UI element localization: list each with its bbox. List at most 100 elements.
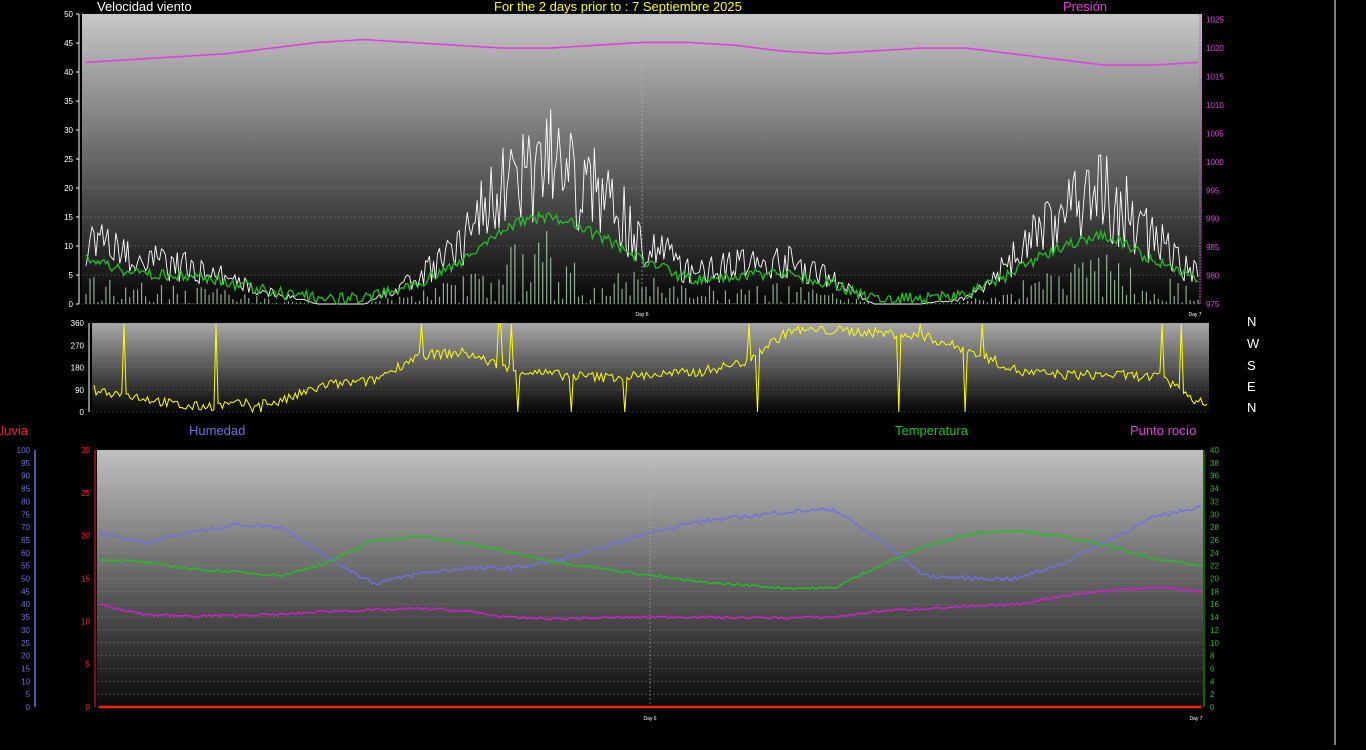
pressure-tick-label: 1005 (1206, 129, 1224, 138)
pressure-tick-label: 1000 (1206, 158, 1224, 167)
temperature-label: Temperatura (895, 423, 968, 438)
temperature-tick-label: 24 (1210, 549, 1219, 558)
direction-tick-label: 180 (71, 364, 85, 373)
temperature-tick-label: 36 (1210, 472, 1219, 481)
humidity-tick-label: 45 (21, 587, 30, 596)
temperature-tick-label: 40 (1210, 446, 1219, 455)
pressure-tick-label: 1020 (1206, 44, 1224, 53)
compass-east: E (1247, 379, 1256, 394)
pressure-tick-label: 975 (1206, 300, 1220, 309)
wind-speed-tick-label: 5 (69, 271, 74, 280)
humidity-tick-label: 30 (21, 626, 30, 635)
temperature-tick-label: 30 (1210, 510, 1219, 519)
weather-graph-canvas: 05101520253035404550 9759809859909951000… (17, 0, 1336, 745)
humidity-label: Humedad (189, 423, 246, 438)
humidity-tick-label: 60 (21, 549, 30, 558)
temperature-tick-label: 16 (1210, 600, 1219, 609)
direction-tick-label: 360 (71, 319, 85, 328)
direction-tick-label: 270 (71, 341, 85, 350)
wind-speed-tick-label: 20 (64, 184, 73, 193)
temperature-tick-label: 14 (1210, 613, 1219, 622)
pressure-tick-label: 985 (1206, 243, 1220, 252)
wind-speed-tick-label: 25 (64, 155, 73, 164)
wind-pressure-x-axis: Day 6 Day 7 (635, 312, 1201, 318)
humidity-tick-label: 70 (21, 523, 30, 532)
temperature-tick-label: 8 (1210, 652, 1215, 661)
pressure-tick-label: 1015 (1206, 73, 1224, 82)
pressure-tick-label: 1025 (1206, 16, 1224, 25)
humidity-tick-label: 50 (21, 575, 30, 584)
humidity-tick-label: 40 (21, 600, 30, 609)
temperature-tick-label: 20 (1210, 575, 1219, 584)
pressure-tick-label: 1010 (1206, 101, 1224, 110)
humidity-temperature-grid (97, 449, 1203, 708)
x-tick-day7: Day 7 (1188, 312, 1201, 318)
dewpoint-tick-label: 0 (86, 703, 91, 712)
dewpoint-tick-label: 15 (81, 575, 90, 584)
wind-speed-tick-label: 0 (69, 300, 74, 309)
wind-speed-label: Velocidad viento (97, 0, 192, 14)
dewpoint-tick-label: 30 (81, 446, 90, 455)
temperature-tick-label: 2 (1210, 690, 1215, 699)
wind-speed-tick-label: 35 (64, 97, 73, 106)
pressure-tick-label: 995 (1206, 186, 1220, 195)
humidity-tick-label: 55 (21, 562, 30, 571)
temperature-tick-label: 22 (1210, 562, 1219, 571)
humidity-tick-label: 75 (21, 510, 30, 519)
humidity-tick-label: 80 (21, 497, 30, 506)
wind-speed-axis: 0 5 10 15 20 25 30 35 40 45 50 (64, 10, 80, 309)
temperature-tick-label: 32 (1210, 497, 1219, 506)
humidity-tick-label: 15 (21, 664, 30, 673)
temperature-tick-label: 6 (1210, 664, 1215, 673)
humidity-tick-label: 10 (21, 677, 30, 686)
humidity-tick-label: 35 (21, 613, 30, 622)
humidity-axis: 0 5 10 15 20 25 30 35 40 45 50 55 60 65 70 75 80 85 90 95 10… (17, 446, 36, 712)
humidity-tick-label: 20 (21, 652, 30, 661)
humidity-tick-label: 90 (21, 472, 30, 481)
dewpoint-rain-axis: 0 5 10 15 20 25 30 (81, 446, 96, 712)
temperature-tick-label: 10 (1210, 639, 1219, 648)
wind-speed-tick-label: 10 (64, 242, 73, 251)
humidity-tick-label: 85 (21, 485, 30, 494)
dewpoint-tick-label: 10 (81, 617, 90, 626)
graph-title: For the 2 days prior to : 7 Septiembre 2… (494, 0, 742, 14)
direction-tick-label: 90 (75, 386, 84, 395)
x-tick-day6: Day 6 (635, 312, 648, 318)
x-tick-day7: Day 7 (1189, 716, 1202, 722)
temperature-tick-label: 12 (1210, 626, 1219, 635)
dewpoint-label: Punto rocío (1130, 423, 1197, 438)
wind-speed-tick-label: 40 (64, 68, 73, 77)
pressure-tick-label: 980 (1206, 272, 1220, 281)
wind-speed-tick-label: 45 (64, 39, 73, 48)
compass-south: S (1247, 358, 1256, 373)
pressure-tick-label: 990 (1206, 215, 1220, 224)
dewpoint-tick-label: 20 (81, 532, 90, 541)
temperature-tick-label: 0 (1210, 703, 1215, 712)
compass-north-2: N (1247, 400, 1257, 415)
wind-speed-tick-label: 30 (64, 126, 73, 135)
humidity-tick-label: 0 (26, 703, 31, 712)
temperature-tick-label: 4 (1210, 677, 1215, 686)
humidity-tick-label: 5 (26, 690, 31, 699)
temperature-tick-label: 28 (1210, 523, 1219, 532)
wind-speed-tick-label: 50 (64, 10, 73, 19)
humidity-tick-label: 65 (21, 536, 30, 545)
x-tick-day6: Day 6 (643, 716, 656, 722)
compass-west: W (1247, 336, 1260, 351)
dewpoint-tick-label: 5 (86, 660, 91, 669)
pressure-label: Presión (1063, 0, 1108, 14)
humidity-tick-label: 100 (17, 446, 31, 455)
pressure-axis: 975 980 985 990 995 1000 1005 1010 1015 1020 1025 (1199, 14, 1224, 309)
rain-label: Lluvia (0, 423, 28, 438)
wind-direction-axis: 0 90 180 270 360 (71, 319, 90, 417)
temperature-tick-label: 34 (1210, 485, 1219, 494)
wind-speed-tick-label: 15 (64, 213, 73, 222)
humidity-tick-label: 25 (21, 639, 30, 648)
humidity-temperature-x-axis: Day 6 Day 7 (643, 716, 1202, 722)
temperature-tick-label: 38 (1210, 459, 1219, 468)
direction-tick-label: 0 (80, 408, 85, 417)
temperature-tick-label: 18 (1210, 587, 1219, 596)
compass-north: N (1247, 314, 1257, 329)
dewpoint-tick-label: 25 (81, 489, 90, 498)
temperature-axis: 0246810121416182022242628303234363840 (1203, 446, 1219, 712)
